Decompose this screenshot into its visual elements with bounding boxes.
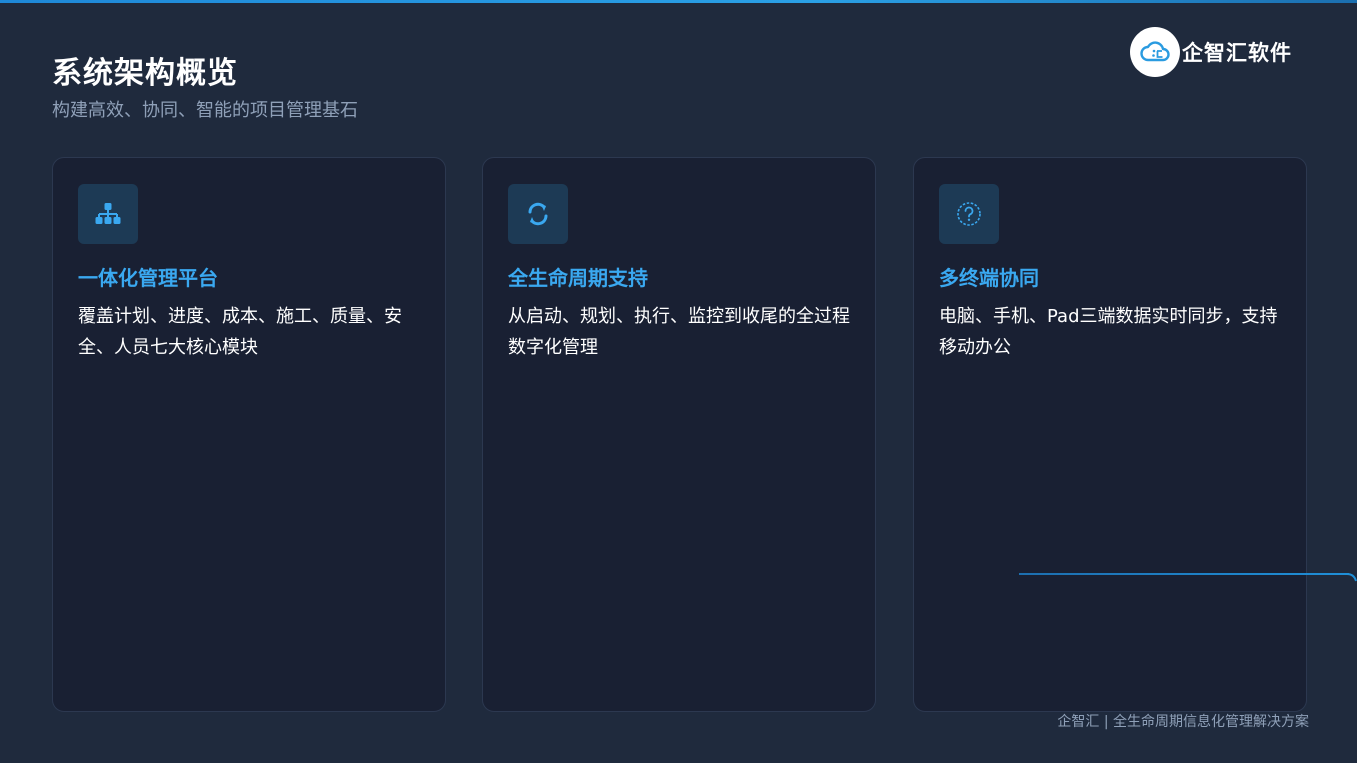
cloud-logo-icon	[1130, 27, 1180, 77]
page-subtitle: 构建高效、协同、智能的项目管理基石	[52, 100, 358, 121]
brand-logo: 企智汇软件	[1130, 27, 1292, 77]
top-accent-bar	[0, 0, 1357, 3]
card-description: 从启动、规划、执行、监控到收尾的全过程数字化管理	[508, 306, 850, 358]
card-title: 一体化管理平台	[78, 266, 218, 290]
card-title: 多终端协同	[939, 266, 1039, 290]
footer-text: 企智汇 | 全生命周期信息化管理解决方案	[1057, 714, 1309, 730]
card-description: 电脑、手机、Pad三端数据实时同步，支持移动办公	[939, 306, 1278, 358]
decorative-accent-curve	[1347, 573, 1357, 582]
cycle-arrows-icon	[508, 184, 568, 244]
brand-name: 企智汇软件	[1182, 41, 1292, 65]
feature-card-lifecycle-support: 全生命周期支持 从启动、规划、执行、监控到收尾的全过程数字化管理	[482, 157, 876, 712]
page-title: 系统架构概览	[52, 56, 238, 91]
card-title: 全生命周期支持	[508, 266, 648, 290]
decorative-accent-line	[1019, 573, 1349, 575]
card-description: 覆盖计划、进度、成本、施工、质量、安全、人员七大核心模块	[78, 306, 402, 358]
feature-card-integrated-platform: 一体化管理平台 覆盖计划、进度、成本、施工、质量、安全、人员七大核心模块	[52, 157, 446, 712]
hierarchy-icon	[78, 184, 138, 244]
question-circle-icon	[939, 184, 999, 244]
feature-card-multi-terminal: 多终端协同 电脑、手机、Pad三端数据实时同步，支持移动办公	[913, 157, 1307, 712]
